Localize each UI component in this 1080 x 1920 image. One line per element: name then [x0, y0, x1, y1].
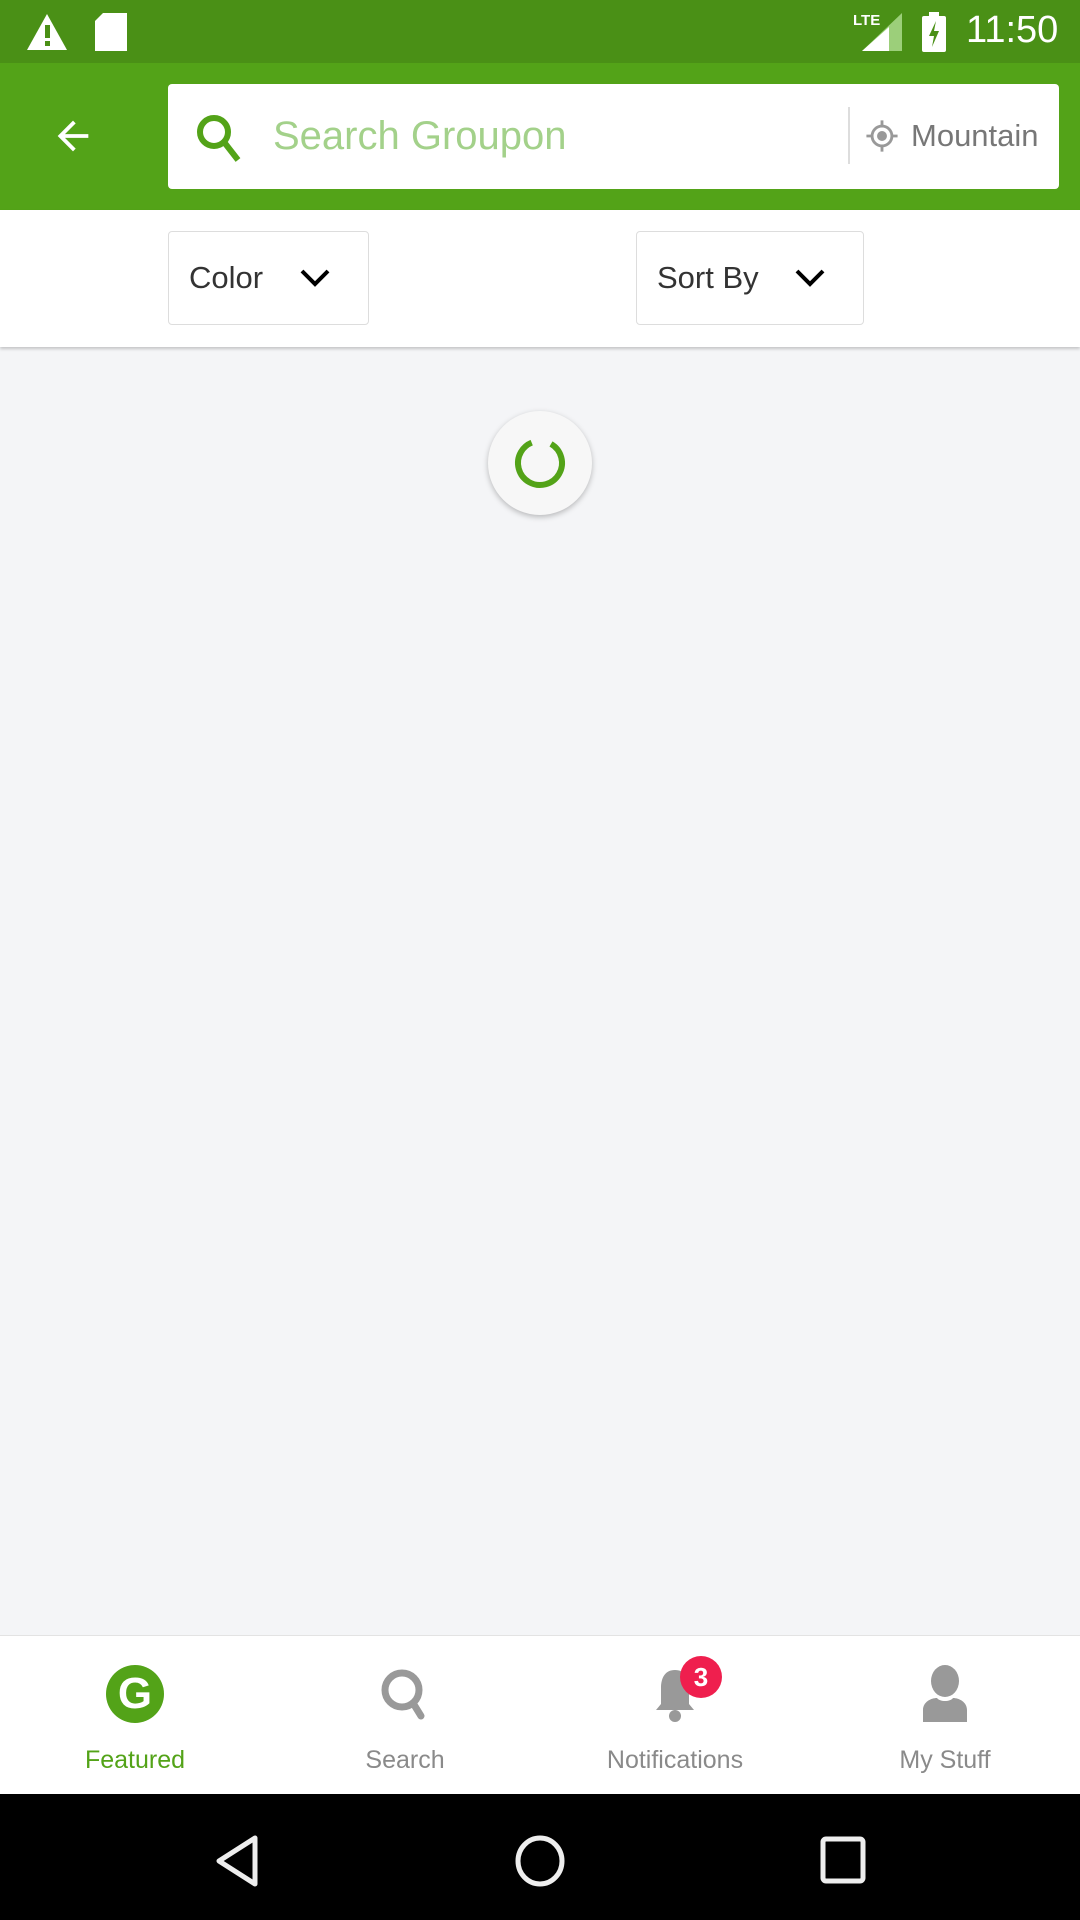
- tab-label: Search: [365, 1746, 445, 1774]
- location-selector[interactable]: Mountain: [911, 118, 1041, 154]
- back-triangle-icon[interactable]: [213, 1834, 261, 1888]
- tab-label: Featured: [84, 1746, 186, 1774]
- tab-notifications[interactable]: 3 Notifications: [540, 1636, 810, 1795]
- tab-search[interactable]: Search: [270, 1636, 540, 1795]
- divider: [848, 107, 850, 164]
- notification-badge: 3: [680, 1656, 722, 1698]
- search-bar[interactable]: Search Groupon Mountain: [168, 84, 1059, 189]
- chevron-down-icon: [300, 269, 330, 287]
- filter-bar: Color Sort By: [0, 210, 1080, 347]
- battery-charging-icon: [922, 12, 946, 52]
- sort-by-dropdown[interactable]: Sort By: [636, 231, 864, 325]
- system-navigation-bar: [0, 1794, 1080, 1920]
- tab-label: Notifications: [606, 1746, 744, 1774]
- loading-spinner: [488, 411, 592, 515]
- app-bar: Search Groupon Mountain: [0, 63, 1080, 210]
- svg-text:G: G: [118, 1669, 152, 1718]
- recents-square-icon[interactable]: [820, 1836, 866, 1884]
- search-icon: [197, 115, 241, 162]
- color-filter-dropdown[interactable]: Color: [168, 231, 369, 325]
- spinner-arc-icon: [515, 438, 565, 488]
- bottom-navigation: G Featured Search 3 Notifications My Stu…: [0, 1635, 1080, 1794]
- badge-count: 3: [693, 1662, 709, 1692]
- search-icon: [381, 1669, 425, 1720]
- sd-card-icon: [95, 13, 127, 51]
- home-circle-icon[interactable]: [514, 1834, 566, 1888]
- sort-by-label: Sort By: [657, 260, 759, 295]
- signal-icon: [862, 13, 902, 51]
- location-target-icon: [866, 120, 898, 152]
- groupon-g-icon: G: [106, 1665, 164, 1723]
- tab-label: My Stuff: [899, 1746, 991, 1774]
- clock: 11:50: [966, 9, 1059, 51]
- chevron-down-icon: [795, 269, 825, 287]
- tab-my-stuff[interactable]: My Stuff: [810, 1636, 1080, 1795]
- search-input[interactable]: Search Groupon: [273, 114, 567, 159]
- color-filter-label: Color: [189, 260, 264, 295]
- person-icon: [923, 1665, 967, 1722]
- back-arrow-icon[interactable]: [50, 113, 96, 159]
- status-bar: LTE 11:50: [0, 0, 1080, 63]
- warning-icon: [27, 14, 67, 50]
- tab-featured[interactable]: G Featured: [0, 1636, 270, 1795]
